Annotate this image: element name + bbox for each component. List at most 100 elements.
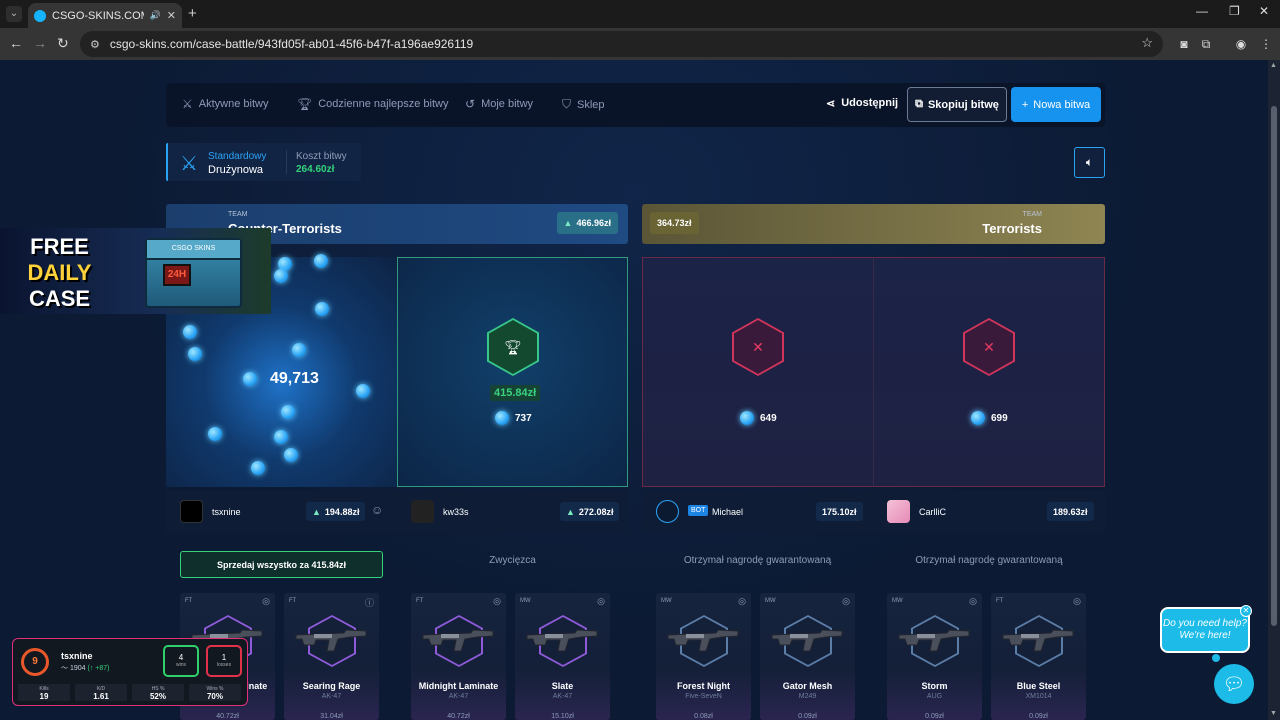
player-name[interactable]: kw33s xyxy=(443,507,469,517)
check-circle-icon[interactable]: ◎ xyxy=(597,596,605,607)
coin-icon xyxy=(292,343,306,357)
stat-label: HS % xyxy=(151,686,165,692)
bookmark-star-icon[interactable]: ☆ xyxy=(1141,35,1153,51)
item-grade: MW xyxy=(892,598,903,604)
player-value: 272.08zł xyxy=(578,506,614,517)
minimize-button[interactable]: — xyxy=(1196,4,1208,18)
close-window-button[interactable]: ✕ xyxy=(1259,4,1269,18)
nav-my-battles[interactable]: ↺ Moje bitwy xyxy=(465,97,533,111)
check-circle-icon[interactable]: ◎ xyxy=(969,596,977,607)
share-button[interactable]: ⋖ Udostępnij xyxy=(826,97,898,110)
copy-battle-button[interactable]: ⧉ Skopiuj bitwę xyxy=(907,87,1007,122)
battle-nav-bar: ⚔ Aktywne bitwy 🏆︎ Codzienne najlepsze b… xyxy=(166,83,1105,127)
sound-toggle-button[interactable]: 🔈︎ xyxy=(1074,147,1105,178)
chat-icon: 💬︎ xyxy=(1222,674,1246,694)
promo-text: FREE DAILY CASE xyxy=(22,234,97,312)
score-value: 649 xyxy=(760,412,777,424)
avatar[interactable] xyxy=(887,500,910,523)
item-card[interactable]: FT ◎ Midnight Laminate AK-47 40.72zł xyxy=(411,593,506,720)
check-circle-icon[interactable]: ◎ xyxy=(493,596,501,607)
player-name[interactable]: tsxnine xyxy=(212,507,241,517)
coin-icon xyxy=(183,325,197,339)
sell-all-button[interactable]: Sprzedaj wszystko za 415.84zł xyxy=(180,551,383,578)
stat-label: K/D xyxy=(96,686,106,692)
stat-value: 70% xyxy=(206,692,223,701)
item-card[interactable]: MW ◎ Gator Mesh M249 0.09zł xyxy=(760,593,855,720)
item-type: AK-47 xyxy=(321,693,342,700)
item-type: XM1014 xyxy=(1025,693,1052,700)
scroll-up-icon[interactable]: ▲ xyxy=(1270,62,1277,69)
loser-hex: ✕ xyxy=(732,318,784,376)
item-card[interactable]: FT ⓘ Searing Rage AK-47 31.04zł xyxy=(284,593,379,720)
profile-icon[interactable]: ◉ xyxy=(1233,36,1249,52)
help-bubble[interactable]: Do you need help? We're here! ✕ xyxy=(1160,605,1252,653)
browser-tab[interactable]: CSGO-SKINS.COM - Najlep 🔊 ✕ xyxy=(28,3,182,28)
speaker-icon: 🔈︎ xyxy=(1085,155,1094,169)
scrollbar-thumb[interactable] xyxy=(1271,106,1277,626)
nav-active-battles[interactable]: ⚔ Aktywne bitwy xyxy=(182,97,268,111)
check-circle-icon[interactable]: ◎ xyxy=(262,596,270,607)
avatar[interactable] xyxy=(180,500,203,523)
menu-kebab-icon[interactable]: ⋮ xyxy=(1258,36,1274,52)
extensions-puzzle-icon[interactable]: ⧉ xyxy=(1198,36,1214,52)
item-grade: FT xyxy=(185,598,193,604)
item-price: 0.08zł xyxy=(694,713,713,720)
score-value: 737 xyxy=(515,412,532,424)
crossed-swords-icon: ⚔ xyxy=(182,97,193,111)
address-bar[interactable]: ⚙ csgo-skins.com/case-battle/943fd05f-ab… xyxy=(80,31,1163,57)
stat-value: 19 xyxy=(39,692,49,701)
elo-value: 1904 xyxy=(69,665,86,672)
back-button[interactable]: ← xyxy=(9,35,23,51)
stat-value: 52% xyxy=(149,692,166,701)
coin-icon xyxy=(740,411,754,425)
player-row-2: kw33s ▲ 272.08zł xyxy=(397,490,628,533)
reload-button[interactable]: ↻ xyxy=(57,35,69,52)
item-name: Forest Night xyxy=(677,681,730,691)
scroll-down-icon[interactable]: ▼ xyxy=(1270,710,1277,717)
nav-shop[interactable]: ⛉ Sklep xyxy=(562,97,605,112)
close-tab-icon[interactable]: ✕ xyxy=(167,9,176,22)
check-circle-icon[interactable]: ◎ xyxy=(738,596,746,607)
info-icon[interactable]: ⓘ xyxy=(365,596,374,609)
close-help-icon[interactable]: ✕ xyxy=(1240,605,1252,617)
bot-avatar-icon[interactable] xyxy=(656,500,679,523)
check-circle-icon[interactable]: ◎ xyxy=(1073,596,1081,607)
scrollbar[interactable]: ▲ ▼ xyxy=(1268,60,1280,720)
coin-icon xyxy=(971,411,985,425)
stat-label: Kills xyxy=(39,686,49,692)
chat-button[interactable]: 💬︎ xyxy=(1214,664,1254,704)
arrow-up-icon: ▲ xyxy=(312,506,321,517)
wins-label: wins xyxy=(175,662,186,668)
check-circle-icon[interactable]: ◎ xyxy=(842,596,850,607)
item-grade: MW xyxy=(520,598,531,604)
free-daily-case-banner[interactable]: FREE DAILY CASE CSGO SKINS 24H xyxy=(0,228,271,314)
extension-icon[interactable]: ◙ xyxy=(1176,36,1192,52)
mode-subtype: Drużynowa xyxy=(208,164,264,176)
share-icon: ⋖ xyxy=(826,98,836,110)
case-box-icon: CSGO SKINS 24H xyxy=(145,238,242,308)
nav-daily-best[interactable]: 🏆︎ Codzienne najlepsze bitwy xyxy=(297,97,448,111)
audio-icon[interactable]: 🔊 xyxy=(150,10,161,21)
forward-button[interactable]: → xyxy=(33,35,47,51)
history-icon: ↺ xyxy=(465,97,476,111)
site-settings-icon[interactable]: ⚙ xyxy=(90,38,100,51)
url-text: csgo-skins.com/case-battle/943fd05f-ab01… xyxy=(109,37,474,51)
item-card[interactable]: MW ◎ Storm AUG 0.09zł xyxy=(887,593,982,720)
player-name[interactable]: Michael xyxy=(712,507,743,517)
trophy-icon: 🏆︎ xyxy=(504,338,522,355)
smiley-icon[interactable]: ☺ xyxy=(371,503,383,517)
item-price: 0.09zł xyxy=(798,713,817,720)
arrow-up-icon: ▲ xyxy=(566,506,575,517)
item-card[interactable]: FT ◎ Blue Steel XM1014 0.09zł xyxy=(991,593,1086,720)
restore-button[interactable]: ❐ xyxy=(1229,4,1240,18)
avatar[interactable] xyxy=(411,500,434,523)
player-name[interactable]: CarlliC xyxy=(919,507,946,517)
new-tab-button[interactable]: + xyxy=(188,5,197,22)
rank-badge: 9 xyxy=(21,648,49,676)
item-card[interactable]: MW ◎ Forest Night Five-SeveN 0.08zł xyxy=(656,593,751,720)
item-price: 0.09zł xyxy=(1029,713,1048,720)
tab-search-button[interactable]: ⌄ xyxy=(6,6,22,22)
new-battle-button[interactable]: + Nowa bitwa xyxy=(1011,87,1101,122)
coin-icon xyxy=(314,254,328,268)
item-card[interactable]: MW ◎ Slate AK-47 15.10zł xyxy=(515,593,610,720)
